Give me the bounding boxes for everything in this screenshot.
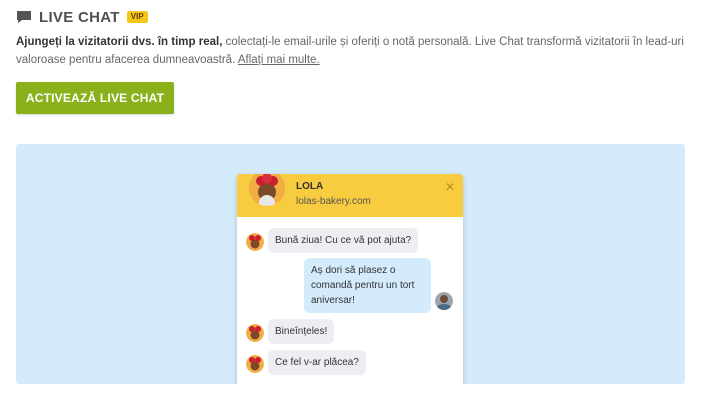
chat-message: Aș dori să plasez o comandă pentru un to… (304, 258, 431, 313)
agent-site: lolas-bakery.com (296, 196, 371, 207)
agent-name: LOLA (296, 181, 324, 192)
close-icon[interactable]: ✕ (445, 180, 455, 194)
visitor-avatar (435, 292, 453, 310)
agent-avatar (249, 174, 285, 206)
section-header: LIVE CHAT VIP (16, 8, 148, 26)
chat-message: Bineînțeles! (268, 319, 335, 344)
chat-widget-header: LOLA lolas-bakery.com ✕ (237, 174, 463, 217)
agent-mini-avatar (246, 324, 264, 342)
chat-message: Ce fel v-ar plăcea? (268, 350, 366, 375)
agent-mini-avatar (246, 233, 264, 251)
activate-live-chat-button[interactable]: ACTIVEAZĂ LIVE CHAT (16, 82, 174, 114)
section-title: LIVE CHAT (39, 8, 120, 26)
learn-more-link[interactable]: Aflați mai multe. (238, 54, 320, 66)
chat-message: Bună ziua! Cu ce vă pot ajuta? (268, 228, 419, 253)
chat-widget: LOLA lolas-bakery.com ✕ Bună ziua! Cu ce… (237, 174, 463, 384)
chat-preview-area: LOLA lolas-bakery.com ✕ Bună ziua! Cu ce… (16, 144, 685, 384)
agent-mini-avatar (246, 355, 264, 373)
chat-bubble-icon (16, 10, 32, 24)
description-bold: Ajungeți la vizitatorii dvs. în timp rea… (16, 36, 223, 48)
vip-badge: VIP (126, 11, 148, 23)
feature-description: Ajungeți la vizitatorii dvs. în timp rea… (16, 33, 688, 69)
